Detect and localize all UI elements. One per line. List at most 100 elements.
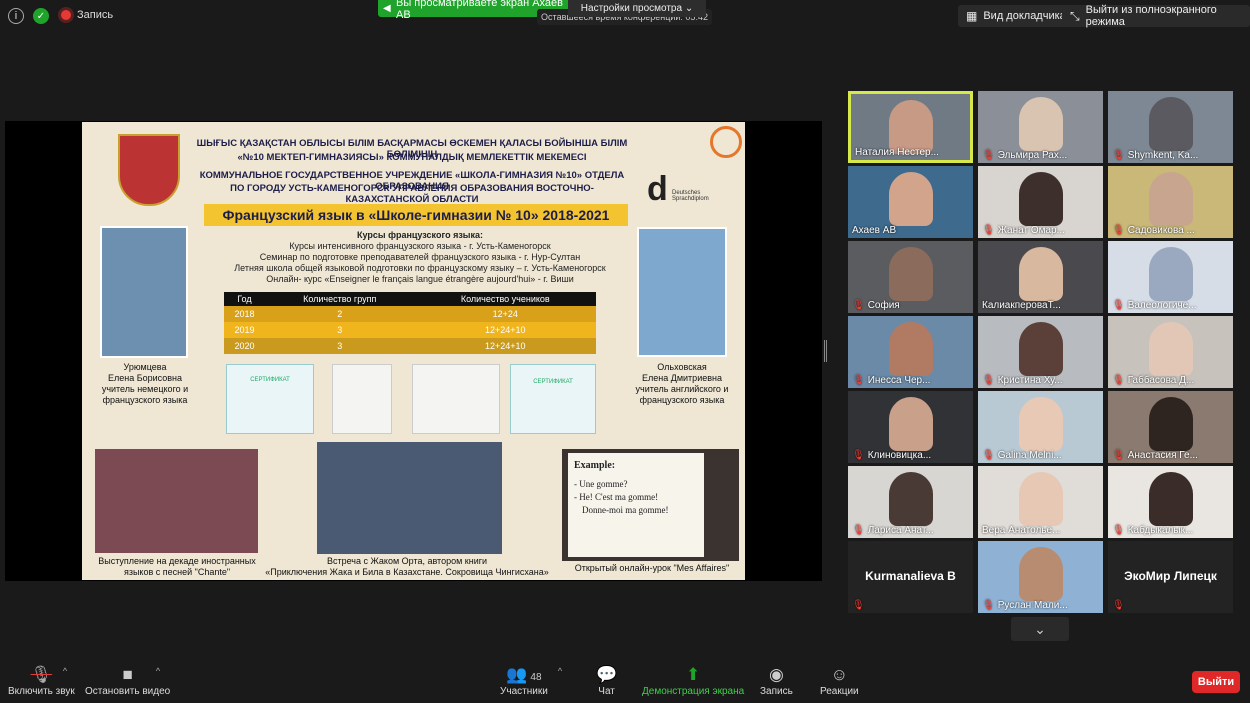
participant-name: 🎙 Анастасия Ге... bbox=[1112, 450, 1198, 461]
participants-button[interactable]: 👥 48 Участники bbox=[500, 664, 548, 697]
slide-header-kz-2: «№10 МЕКТЕП-ГИМНАЗИЯСЫ» КОММУНАЛДЫҚ МЕМЛ… bbox=[237, 152, 587, 163]
participant-name-large: ЭкоМир Липецк bbox=[1124, 569, 1217, 583]
dsd-logo: d bbox=[647, 170, 668, 208]
participant-tile[interactable]: 🎙 Руслан Мали... bbox=[978, 541, 1103, 613]
participant-name: Ахаев АВ bbox=[852, 225, 896, 236]
chat-label: Чат bbox=[598, 686, 615, 697]
participant-tile[interactable]: 🎙 Инесса Чер... bbox=[848, 316, 973, 388]
participant-video bbox=[1018, 547, 1063, 601]
participant-name: 🎙 Валеологиче... bbox=[1112, 300, 1197, 311]
participant-video bbox=[1148, 397, 1193, 451]
participant-name-text: Galina Melni... bbox=[997, 450, 1062, 461]
caption-line: учитель немецкого и bbox=[101, 384, 189, 394]
participant-tile[interactable]: 🎙 Валеологиче... bbox=[1108, 241, 1233, 313]
participant-name-text: Кабдыкалык... bbox=[1127, 525, 1194, 536]
participant-tile[interactable]: 🎙 Анастасия Ге... bbox=[1108, 391, 1233, 463]
participant-tile[interactable]: 🎙 Клиновицка... bbox=[848, 391, 973, 463]
exit-fullscreen-button[interactable]: ⤡ Выйти из полноэкранного режима bbox=[1062, 4, 1250, 28]
gallery-next-page-button[interactable]: ⌄ bbox=[1011, 617, 1069, 641]
participant-video bbox=[1148, 322, 1193, 376]
photo-author-meeting bbox=[317, 442, 502, 554]
participant-tile[interactable]: 🎙 Жанат Омар... bbox=[978, 166, 1103, 238]
chat-icon: 💬 bbox=[596, 665, 618, 684]
participant-tile[interactable]: 🎙 Садовикова ... bbox=[1108, 166, 1233, 238]
participant-tile[interactable]: Ахаев АВ bbox=[848, 166, 973, 238]
table-cell: 2019 bbox=[234, 325, 255, 335]
participant-tile[interactable]: 🎙 Кабдыкалык... bbox=[1108, 466, 1233, 538]
shield-icon[interactable]: ✓ bbox=[33, 8, 49, 24]
table-row: 2019 3 12+24+10 bbox=[224, 322, 596, 338]
participant-name: 🎙 Садовикова ... bbox=[1112, 225, 1195, 236]
caption-line: Елена Борисовна bbox=[107, 373, 183, 383]
share-screen-button[interactable]: ⬆ Демонстрация экрана bbox=[642, 664, 744, 697]
leave-meeting-button[interactable]: Выйти bbox=[1192, 671, 1240, 693]
top-bar: i ✓ Запись ◀ Вы просматриваете экран Аха… bbox=[0, 0, 1250, 32]
microphone-muted-icon: 🎙 bbox=[852, 375, 865, 386]
participant-video bbox=[888, 247, 933, 301]
participant-video bbox=[1148, 247, 1193, 301]
reactions-button[interactable]: ☺ Реакции bbox=[820, 664, 859, 697]
participant-video bbox=[888, 397, 933, 451]
view-settings-button[interactable]: Настройки просмотра ⌄ bbox=[568, 0, 706, 17]
participant-video bbox=[888, 100, 933, 154]
microphone-muted-icon: 🎙 bbox=[1112, 525, 1125, 536]
participant-tile[interactable]: 🎙 Эльмира Рах... bbox=[978, 91, 1103, 163]
example-line: - Une gomme? bbox=[574, 479, 628, 489]
photo-concert bbox=[95, 449, 258, 553]
participant-tile[interactable]: Наталия Нестер... bbox=[848, 91, 973, 163]
speaker-view-button[interactable]: ▦ Вид докладчика bbox=[958, 5, 1074, 27]
participant-name-large: Kurmanalieva B bbox=[865, 569, 956, 583]
caption-line: французского языка bbox=[639, 395, 725, 405]
participant-tile[interactable]: КалиакпероваТ... bbox=[978, 241, 1103, 313]
caption-line: французского языка bbox=[102, 395, 188, 405]
participant-tile[interactable]: Kurmanalieva B 🎙 bbox=[848, 541, 973, 613]
participant-name-text: Ахаев АВ bbox=[852, 225, 897, 236]
participant-name: 🎙 bbox=[852, 600, 868, 611]
record-button[interactable]: ◉ Запись bbox=[760, 664, 793, 697]
participant-video bbox=[1018, 397, 1063, 451]
participant-name: 🎙 Кабдыкалык... bbox=[1112, 525, 1193, 536]
stop-video-label: Остановить видео bbox=[85, 686, 171, 697]
participant-tile[interactable]: Вера Анатолье... bbox=[978, 466, 1103, 538]
microphone-muted-icon: 🎙 bbox=[982, 375, 995, 386]
participant-tile[interactable]: 🎙 Shymkent, Ka... bbox=[1108, 91, 1233, 163]
split-handle[interactable] bbox=[824, 340, 827, 362]
chevron-up-icon: ^ bbox=[557, 666, 563, 676]
participant-tile[interactable]: 🎙 Galina Melni... bbox=[978, 391, 1103, 463]
teacher-right-caption: Ольховская Елена Дмитриевна учитель англ… bbox=[620, 362, 744, 406]
microphone-muted-icon: 🎙 bbox=[852, 525, 865, 536]
caption-online-lesson: Открытый онлайн-урок "Mes Affaires" bbox=[574, 563, 730, 573]
groups-table: Год Количество групп Количество учеников… bbox=[224, 292, 596, 354]
participant-name-text: Садовикова ... bbox=[1127, 225, 1195, 236]
participant-name-text: Лариса Анат... bbox=[867, 525, 934, 536]
smiley-icon: ☺ bbox=[830, 665, 848, 684]
participant-tile[interactable]: ЭкоМир Липецк 🎙 bbox=[1108, 541, 1233, 613]
online-lesson-screenshot: Example: - Une gomme? - He! C'est ma gom… bbox=[562, 449, 739, 561]
course-item: Онлайн- курс «Enseigner le français lang… bbox=[266, 274, 574, 284]
table-cell: 2 bbox=[337, 309, 343, 319]
recording-indicator[interactable]: Запись bbox=[61, 9, 113, 21]
table-cell: 2018 bbox=[234, 309, 255, 319]
participant-name: Наталия Нестер... bbox=[855, 147, 939, 158]
participant-name: Вера Анатолье... bbox=[982, 525, 1060, 536]
participant-name-text: Кристина Ху... bbox=[997, 375, 1063, 386]
participants-label: Участники bbox=[500, 686, 548, 697]
certificate-4: СЕРТИФИКАТ bbox=[510, 364, 596, 434]
participant-video bbox=[1018, 247, 1063, 301]
participant-video bbox=[1018, 172, 1063, 226]
table-header-row: Год Количество групп Количество учеников bbox=[224, 292, 596, 306]
participant-name-text: КалиакпероваТ... bbox=[982, 300, 1061, 311]
course-item: Летняя школа общей языковой подготовки п… bbox=[234, 263, 606, 273]
participant-tile[interactable]: 🎙 София bbox=[848, 241, 973, 313]
info-icon[interactable]: i bbox=[8, 8, 24, 24]
caption-line: языков с песней "Chante" bbox=[123, 567, 231, 577]
participant-tile[interactable]: 🎙 Кристина Ху... bbox=[978, 316, 1103, 388]
participant-video bbox=[1148, 97, 1193, 151]
chat-button[interactable]: 💬 Чат bbox=[596, 664, 617, 697]
table-cell: 12+24+10 bbox=[484, 325, 526, 335]
participant-tile[interactable]: 🎙 Габбасова Д... bbox=[1108, 316, 1233, 388]
participant-tile[interactable]: 🎙 Лариса Анат... bbox=[848, 466, 973, 538]
table-header: Количество групп bbox=[264, 292, 415, 306]
school-emblem-icon bbox=[118, 134, 180, 206]
reactions-label: Реакции bbox=[820, 686, 859, 697]
